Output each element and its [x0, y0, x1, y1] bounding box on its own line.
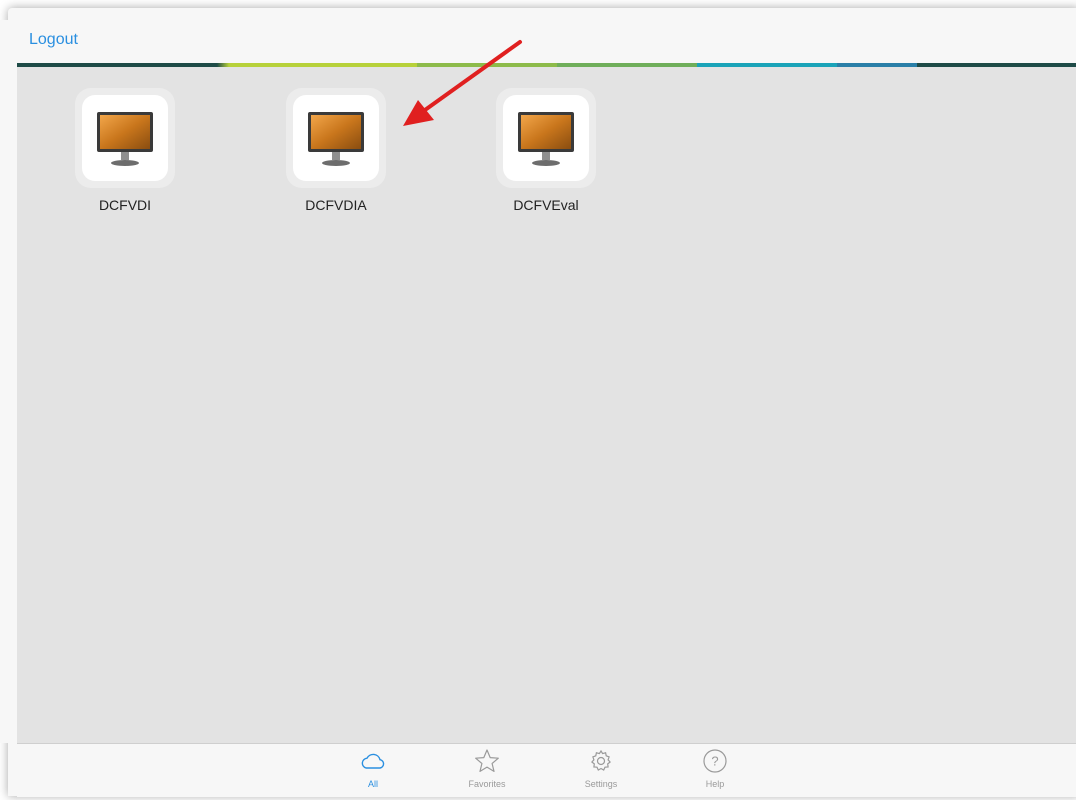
desktop-tile-inner: [503, 95, 589, 181]
desktop-tile-frame: [496, 88, 596, 188]
help-icon: ?: [703, 749, 727, 773]
gear-icon: [591, 749, 611, 771]
tab-label: All: [367, 779, 378, 789]
tab-favorites[interactable]: Favorites: [457, 746, 517, 789]
tab-label: Settings: [584, 779, 618, 789]
desktop-tile-label: DCFVDIA: [305, 197, 367, 213]
monitor-icon: [97, 112, 153, 166]
tab-label: Favorites: [468, 779, 506, 789]
tab-label: Help: [705, 779, 725, 789]
desktop-tile-label: DCFVEval: [513, 197, 579, 213]
tab-help[interactable]: ? Help: [685, 746, 745, 789]
top-bar: Logout: [17, 20, 1076, 64]
star-icon: [475, 749, 499, 772]
left-rail: [0, 20, 17, 743]
desktop-tile-dcfvdia[interactable]: DCFVDIA: [284, 88, 388, 213]
svg-text:?: ?: [711, 754, 718, 769]
desktop-tile-frame: [286, 88, 386, 188]
logout-link[interactable]: Logout: [29, 31, 78, 49]
monitor-icon: [308, 112, 364, 166]
desktop-tile-label: DCFVDI: [98, 197, 152, 213]
desktop-tile-inner: [293, 95, 379, 181]
cloud-icon: [361, 753, 385, 769]
desktop-tile-frame: [75, 88, 175, 188]
desktop-tile-dcfveval[interactable]: DCFVEval: [494, 88, 598, 213]
tab-settings[interactable]: Settings: [571, 746, 631, 789]
desktop-tile-inner: [82, 95, 168, 181]
tab-all[interactable]: All: [343, 746, 403, 789]
monitor-icon: [518, 112, 574, 166]
desktop-tile-dcfvdi[interactable]: DCFVDI: [73, 88, 177, 213]
tab-bar: All Favorites Settings ? Help: [17, 743, 1076, 797]
